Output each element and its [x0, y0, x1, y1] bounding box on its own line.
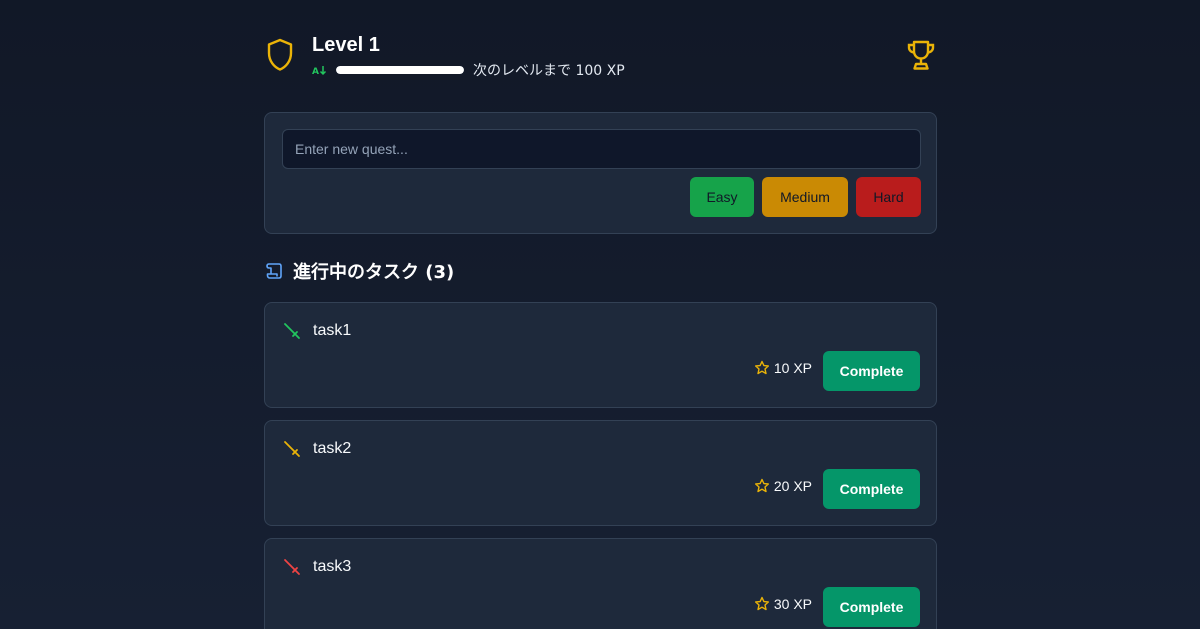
shield-icon [267, 38, 293, 71]
app-container: Level 1 A 次のレベルまで 100 XP Easy Medium Har… [264, 0, 937, 629]
task-xp-value: 10 XP [773, 360, 812, 376]
az-sort-icon: A [312, 66, 327, 77]
task-xp: 20 XP [754, 478, 812, 494]
new-quest-input[interactable] [282, 129, 921, 169]
complete-button[interactable]: Complete [823, 469, 920, 509]
task-xp: 10 XP [754, 360, 812, 376]
trophy-icon[interactable] [905, 38, 937, 72]
sword-icon [284, 323, 300, 339]
task-name: task1 [313, 322, 352, 339]
task-name: task2 [313, 440, 352, 457]
complete-button[interactable]: Complete [823, 587, 920, 627]
star-icon [754, 596, 769, 611]
xp-progress-bar [336, 66, 464, 74]
tasks-section-heading: 進行中のタスク (3) [293, 262, 455, 283]
star-icon [754, 478, 769, 493]
task-card: task1 10 XP Complete [264, 302, 937, 408]
medium-button[interactable]: Medium [762, 177, 848, 217]
task-card: task2 20 XP Complete [264, 420, 937, 526]
xp-next-level-text: 次のレベルまで 100 XP [473, 63, 625, 79]
new-quest-card: Easy Medium Hard [264, 112, 937, 234]
tasks-section-title: 進行中のタスク (3) [264, 258, 454, 284]
task-name: task3 [313, 558, 352, 575]
xp-progress-fill [336, 66, 464, 74]
task-card: task3 30 XP Complete [264, 538, 937, 629]
easy-button[interactable]: Easy [690, 177, 754, 217]
svg-text:A: A [312, 67, 319, 77]
hard-button[interactable]: Hard [856, 177, 921, 217]
sword-icon [284, 559, 300, 575]
complete-button[interactable]: Complete [823, 351, 920, 391]
xp-row: A 次のレベルまで 100 XP [312, 61, 625, 79]
level-title: Level 1 [312, 34, 380, 56]
task-xp-value: 30 XP [773, 596, 812, 612]
scroll-icon [266, 263, 282, 279]
task-xp-value: 20 XP [773, 478, 812, 494]
header: Level 1 A 次のレベルまで 100 XP [264, 0, 937, 112]
task-xp: 30 XP [754, 596, 812, 612]
star-icon [754, 360, 769, 375]
sword-icon [284, 441, 300, 457]
